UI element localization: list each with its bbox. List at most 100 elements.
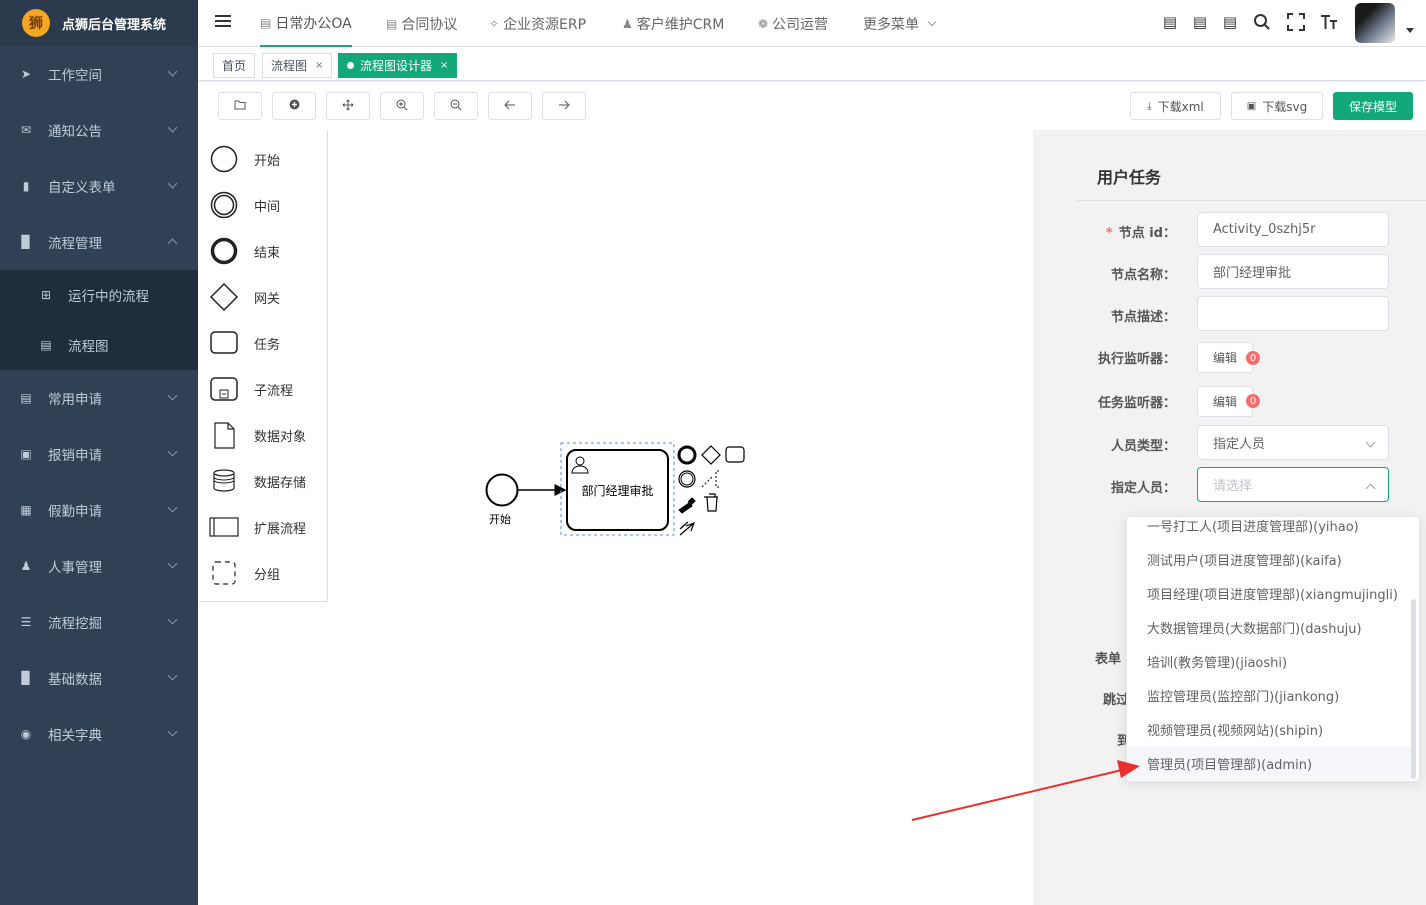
download-svg-button[interactable]: ▣ 下载svg (1231, 92, 1323, 120)
append-end-event-icon[interactable] (677, 445, 697, 465)
wrench-icon[interactable] (678, 497, 696, 514)
new-diagram-button[interactable] (272, 92, 316, 120)
tag-flowchart-designer[interactable]: 流程图设计器 × (338, 53, 458, 78)
redo-button[interactable] (542, 92, 586, 120)
assignee-dropdown: 一号打工人(项目进度管理部)(yihao) 测试用户(项目进度管理部)(kaif… (1126, 516, 1420, 782)
close-icon[interactable]: × (315, 60, 323, 71)
palette-end-event[interactable]: 结束 (199, 230, 327, 270)
element-palette: 开始 中间 结束 网关 任务 子流程 数据对象 数据存储 扩展流程 分组 (199, 130, 328, 602)
node-name-input[interactable]: 部门经理审批 (1197, 254, 1389, 289)
sidebar-item-leave-requests[interactable]: ▦ 假勤申请 (0, 482, 198, 538)
palette-data-store[interactable]: 数据存储 (199, 460, 327, 500)
exec-listener-count-badge: 0 (1245, 350, 1261, 366)
append-task-icon[interactable] (725, 446, 745, 463)
sidebar-item-hr[interactable]: ♟ 人事管理 (0, 538, 198, 594)
append-gateway-icon[interactable] (701, 445, 721, 465)
intermediate-inner-ring (680, 472, 694, 486)
palette-expanded-pool[interactable]: 扩展流程 (199, 506, 327, 546)
download-xml-label: 下载xml (1157, 99, 1204, 114)
palette-subprocess[interactable]: 子流程 (199, 368, 327, 408)
document-icon[interactable]: ▤ (1161, 13, 1179, 31)
sidebar-item-notices[interactable]: ✉ 通知公告 (0, 102, 198, 158)
paper-plane-icon: ➤ (20, 67, 32, 81)
topnav-daily-oa[interactable]: ▤ 日常办公OA (260, 0, 352, 47)
palette-task[interactable]: 任务 (199, 322, 327, 362)
text-annotation-icon[interactable] (701, 470, 719, 488)
tag-label: 首页 (222, 59, 247, 73)
sidebar-item-custom-forms[interactable]: ▮ 自定义表单 (0, 158, 198, 214)
topnav-crm[interactable]: ♟ 客户维护CRM (622, 0, 724, 47)
dropdown-option[interactable]: 大数据管理员(大数据部门)(dashuju) (1127, 610, 1411, 644)
sidebar-item-workspace[interactable]: ➤ 工作空间 (0, 46, 198, 102)
dropdown-scrollbar[interactable] (1411, 599, 1416, 779)
bpmn-canvas[interactable]: 开始 部门经理审批 (328, 130, 1033, 905)
sidebar-item-dictionary[interactable]: ◉ 相关字典 (0, 706, 198, 762)
sidebar-item-expense-requests[interactable]: ▣ 报销申请 (0, 426, 198, 482)
sidebar-item-base-data[interactable]: ▉ 基础数据 (0, 650, 198, 706)
search-icon[interactable] (1253, 13, 1271, 31)
open-file-button[interactable] (218, 92, 262, 120)
download-xml-button[interactable]: ⤓ 下载xml (1130, 92, 1221, 120)
context-pad[interactable] (677, 445, 745, 536)
dropdown-option[interactable]: 视频管理员(视频网站)(shipin) (1127, 712, 1411, 746)
undo-button[interactable] (488, 92, 532, 120)
zoom-in-button[interactable] (380, 92, 424, 120)
data-object-icon (214, 422, 235, 449)
palette-label: 子流程 (254, 384, 294, 399)
dropdown-option[interactable]: 监控管理员(监控部门)(jiankong) (1127, 678, 1411, 712)
tag-flowchart[interactable]: 流程图 × (262, 53, 333, 78)
palette-gateway[interactable]: 网关 (199, 276, 327, 316)
sidebar-item-flowchart[interactable]: ▤ 流程图 (0, 320, 198, 370)
topnav-label: 更多菜单 (863, 16, 919, 33)
start-event[interactable] (485, 473, 519, 507)
document-icon: ▤ (20, 391, 32, 405)
node-id-label-text: 节点 id： (1118, 226, 1176, 241)
connect-arrow-icon[interactable] (679, 521, 696, 536)
chevron-down-icon (167, 66, 178, 77)
palette-label: 中间 (254, 200, 281, 215)
dropdown-option[interactable]: 项目经理(项目进度管理部)(xiangmujingli) (1127, 576, 1411, 610)
node-id-input[interactable]: Activity_0szhj5r (1197, 212, 1389, 247)
close-icon[interactable]: × (440, 60, 448, 71)
topnav-erp[interactable]: ✧ 企业资源ERP (489, 0, 586, 47)
trash-icon[interactable] (704, 493, 718, 512)
table-icon: ▦ (20, 503, 32, 517)
palette-data-object[interactable]: 数据对象 (199, 414, 327, 454)
node-desc-input[interactable] (1197, 296, 1389, 331)
palette-label: 分组 (254, 568, 281, 583)
caret-down-icon[interactable] (1406, 28, 1414, 33)
sidebar-item-common-requests[interactable]: ▤ 常用申请 (0, 370, 198, 426)
fullscreen-icon[interactable] (1287, 13, 1305, 31)
chevron-up-icon (1365, 483, 1376, 494)
font-size-icon[interactable] (1320, 13, 1338, 31)
palette-intermediate-event[interactable]: 中间 (199, 184, 327, 224)
sidebar-item-process-mining[interactable]: ☰ 流程挖掘 (0, 594, 198, 650)
arrow-left-icon (504, 100, 516, 113)
sidebar-item-label: 假勤申请 (48, 504, 102, 520)
topnav-operations[interactable]: ❁ 公司运营 (758, 0, 828, 47)
fit-viewport-button[interactable] (326, 92, 370, 120)
assignee-select[interactable]: 请选择 (1197, 467, 1389, 502)
document-icon[interactable]: ▤ (1191, 13, 1209, 31)
person-type-select[interactable]: 指定人员 (1197, 425, 1389, 460)
palette-group[interactable]: 分组 (199, 552, 327, 592)
dropdown-option[interactable]: 测试用户(项目进度管理部)(kaifa) (1127, 542, 1411, 576)
hamburger-menu-icon[interactable] (215, 15, 231, 29)
topnav-contracts[interactable]: ▤ 合同协议 (386, 0, 457, 47)
logo[interactable]: 狮 点狮后台管理系统 (0, 0, 198, 46)
topnav-label: 客户维护CRM (636, 16, 725, 33)
save-model-button[interactable]: 保存模型 (1333, 92, 1413, 120)
topnav-more-menu[interactable]: 更多菜单 (863, 0, 937, 47)
palette-label: 结束 (254, 246, 281, 261)
document-icon[interactable]: ▤ (1221, 13, 1239, 31)
sidebar-item-process-management[interactable]: ▉ 流程管理 (0, 214, 198, 270)
dropdown-option[interactable]: 一号打工人(项目进度管理部)(yihao) (1127, 517, 1411, 542)
dropdown-option-admin[interactable]: 管理员(项目管理部)(admin) (1127, 746, 1411, 780)
zoom-out-button[interactable] (434, 92, 478, 120)
sidebar-item-running-processes[interactable]: ⊞ 运行中的流程 (0, 270, 198, 320)
tag-home[interactable]: 首页 (213, 53, 256, 78)
sidebar-item-label: 基础数据 (48, 672, 102, 688)
dropdown-option[interactable]: 培训(教务管理)(jiaoshi) (1127, 644, 1411, 678)
avatar[interactable] (1355, 3, 1395, 43)
palette-start-event[interactable]: 开始 (199, 138, 327, 178)
